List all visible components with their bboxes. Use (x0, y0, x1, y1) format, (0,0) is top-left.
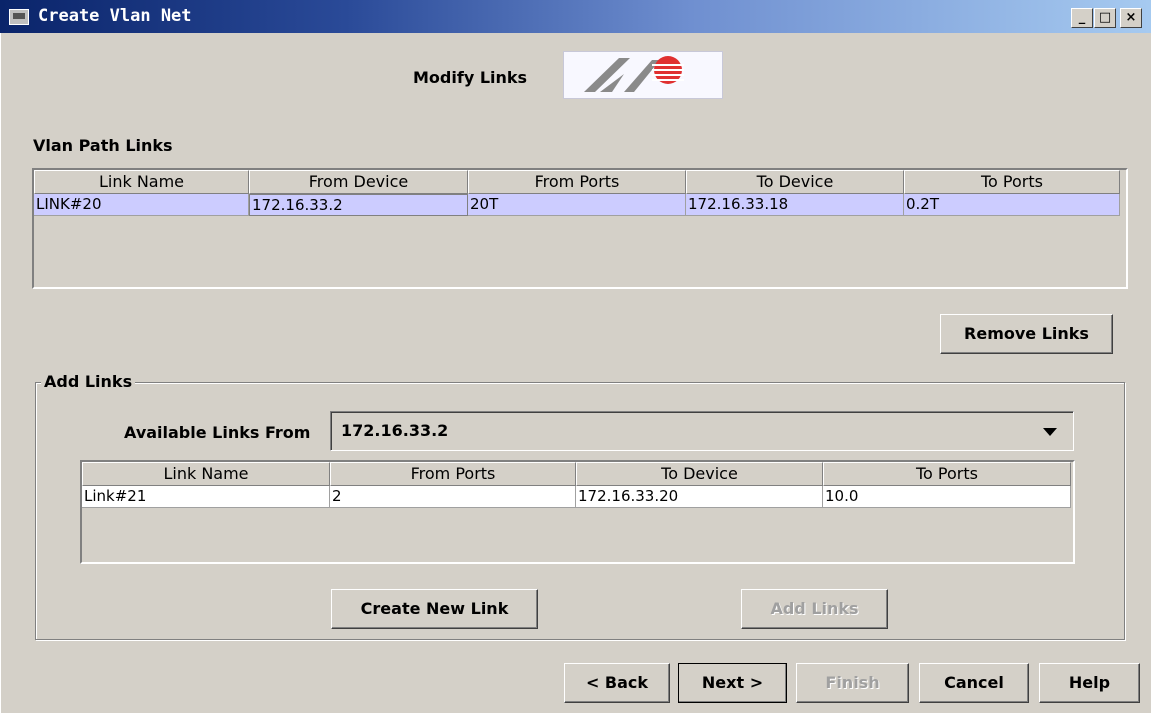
add-links-group-label: Add Links (41, 372, 136, 391)
column-header[interactable]: Link Name (34, 170, 249, 194)
column-header[interactable]: To Device (686, 170, 904, 194)
table-row[interactable]: LINK#20 172.16.33.2 20T 172.16.33.18 0.2… (34, 194, 1120, 216)
column-header[interactable]: To Ports (904, 170, 1120, 194)
vlan-path-links-table[interactable]: Link Name From Device From Ports To Devi… (32, 168, 1128, 289)
column-header[interactable]: From Device (249, 170, 468, 194)
table-cell: 20T (468, 194, 686, 216)
maximize-button[interactable]: □ (1094, 8, 1116, 28)
chevron-down-icon[interactable] (1043, 428, 1057, 436)
title-bar[interactable]: Create Vlan Net _ □ × (0, 0, 1151, 33)
table-row[interactable]: Link#21 2 172.16.33.20 10.0 (82, 486, 1071, 508)
column-header[interactable]: To Ports (823, 462, 1071, 486)
help-button[interactable]: Help (1039, 663, 1140, 703)
table-cell: 10.0 (823, 486, 1071, 508)
table-cell: 172.16.33.20 (576, 486, 823, 508)
table-cell: 172.16.33.2 (249, 194, 468, 216)
create-new-link-button[interactable]: Create New Link (331, 589, 538, 629)
close-button[interactable]: × (1120, 8, 1142, 28)
cancel-button[interactable]: Cancel (919, 663, 1029, 703)
column-header[interactable]: To Device (576, 462, 823, 486)
table-header: Link Name From Ports To Device To Ports (82, 462, 1071, 486)
page-heading: Modify Links (413, 68, 528, 87)
window-frame (0, 33, 4, 713)
finish-button[interactable]: Finish (796, 663, 909, 703)
vlan-path-links-label: Vlan Path Links (33, 136, 173, 155)
table-cell: 2 (330, 486, 576, 508)
column-header[interactable]: From Ports (330, 462, 576, 486)
next-button[interactable]: Next > (678, 663, 787, 703)
table-cell: LINK#20 (34, 194, 249, 216)
window-title: Create Vlan Net (38, 6, 192, 26)
remove-links-button[interactable]: Remove Links (940, 314, 1113, 354)
add-links-button[interactable]: Add Links (741, 589, 888, 629)
selected-value: 172.16.33.2 (341, 421, 449, 440)
table-cell: Link#21 (82, 486, 330, 508)
column-header[interactable]: From Ports (468, 170, 686, 194)
column-header[interactable]: Link Name (82, 462, 330, 486)
table-header: Link Name From Device From Ports To Devi… (34, 170, 1120, 194)
create-vlan-net-window: Create Vlan Net _ □ × Modify Links Vlan … (0, 0, 1151, 713)
available-links-table[interactable]: Link Name From Ports To Device To Ports … (80, 460, 1075, 564)
window-app-icon[interactable] (9, 9, 29, 25)
available-links-from-label: Available Links From (124, 423, 311, 442)
table-cell: 172.16.33.18 (686, 194, 904, 216)
table-cell: 0.2T (904, 194, 1120, 216)
available-links-from-select[interactable]: 172.16.33.2 (330, 411, 1074, 451)
company-logo (563, 51, 723, 99)
minimize-button[interactable]: _ (1071, 8, 1093, 28)
back-button[interactable]: < Back (564, 663, 670, 703)
